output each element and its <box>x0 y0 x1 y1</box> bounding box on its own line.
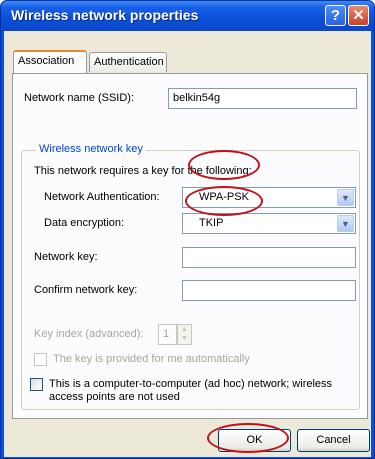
auto-key-label: The key is provided for me automatically <box>53 353 250 365</box>
network-key-field[interactable] <box>182 247 356 268</box>
title-bar[interactable]: Wireless network properties ? ✕ <box>1 1 374 31</box>
ok-button[interactable]: OK <box>218 429 291 452</box>
chevron-down-icon[interactable]: ▼ <box>337 215 354 232</box>
adhoc-label-line1: This is a computer-to-computer (ad hoc) … <box>49 378 333 390</box>
adhoc-checkbox[interactable] <box>30 378 43 391</box>
ssid-field[interactable]: belkin54g <box>168 88 357 109</box>
dialog-body: Association Authentication Network name … <box>4 31 371 457</box>
network-authentication-value: WPA-PSK <box>199 191 249 203</box>
wireless-key-group: Wireless network key This network requir… <box>21 143 360 410</box>
association-panel: Network name (SSID): belkin54g Wireless … <box>12 73 368 419</box>
close-button[interactable]: ✕ <box>348 5 369 26</box>
cancel-button[interactable]: Cancel <box>297 429 370 452</box>
adhoc-label-line2: access points are not used <box>49 391 180 403</box>
data-encryption-value: TKIP <box>199 217 224 229</box>
dialog-window: Wireless network properties ? ✕ Associat… <box>0 0 375 459</box>
network-authentication-label: Network Authentication: <box>44 191 160 203</box>
chevron-down-icon[interactable]: ▼ <box>337 189 354 206</box>
tab-association[interactable]: Association <box>13 50 87 73</box>
window-title: Wireless network properties <box>11 7 199 23</box>
ssid-label: Network name (SSID): <box>24 92 135 104</box>
confirm-key-field[interactable] <box>182 280 356 301</box>
key-index-label: Key index (advanced): <box>34 328 144 340</box>
help-button[interactable]: ? <box>325 5 346 26</box>
key-index-spinner[interactable]: ▲ ▼ <box>177 324 192 345</box>
group-legend: Wireless network key <box>36 143 146 155</box>
data-encryption-select[interactable]: TKIP ▼ <box>182 213 356 234</box>
data-encryption-label: Data encryption: <box>44 217 125 229</box>
confirm-key-label: Confirm network key: <box>34 284 138 296</box>
tab-authentication[interactable]: Authentication <box>89 52 167 72</box>
key-intro-text: This network requires a key for the foll… <box>34 165 252 177</box>
auto-key-checkbox[interactable] <box>34 353 47 366</box>
key-index-field[interactable]: 1 <box>158 324 177 345</box>
network-key-label: Network key: <box>34 251 98 263</box>
network-authentication-select[interactable]: WPA-PSK ▼ <box>182 187 356 208</box>
